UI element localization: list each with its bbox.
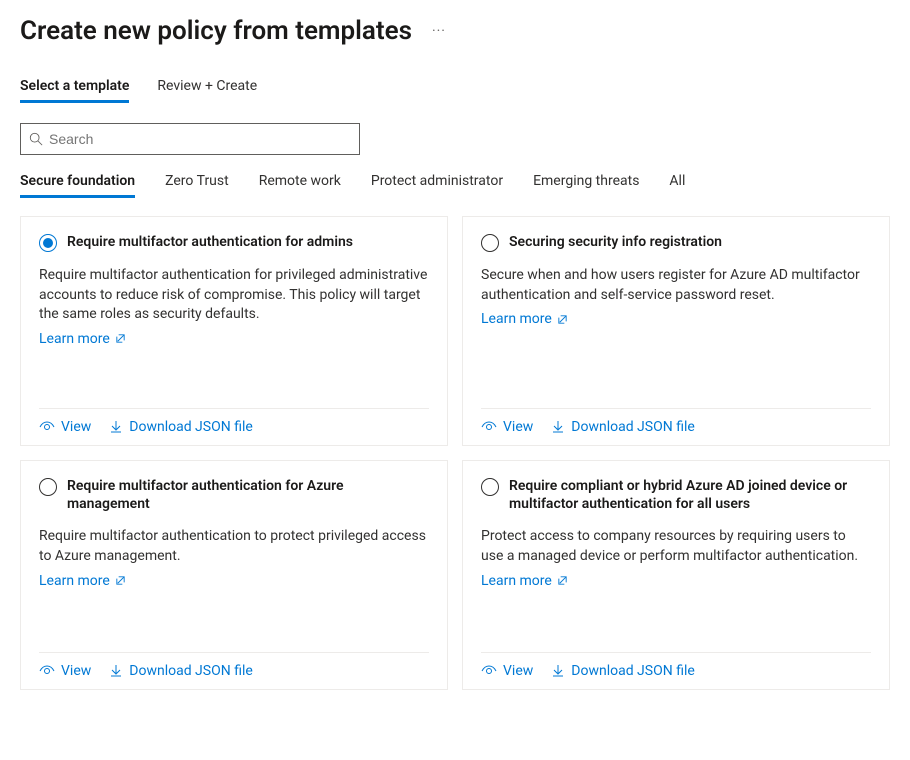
download-icon (109, 664, 123, 678)
download-label: Download JSON file (129, 419, 253, 435)
wizard-tabs: Select a template Review + Create (20, 78, 890, 103)
view-button[interactable]: View (481, 663, 533, 679)
external-link-icon (557, 314, 568, 325)
card-title: Require multifactor authentication for A… (67, 477, 429, 513)
tab-zero-trust[interactable]: Zero Trust (165, 173, 229, 198)
view-button[interactable]: View (39, 419, 91, 435)
template-card[interactable]: Require compliant or hybrid Azure AD joi… (462, 460, 890, 690)
search-icon (29, 132, 43, 146)
search-input[interactable] (49, 131, 351, 147)
learn-more-label: Learn more (481, 573, 552, 589)
eye-icon (481, 421, 497, 433)
template-card[interactable]: Require multifactor authentication for a… (20, 216, 448, 446)
learn-more-label: Learn more (481, 311, 552, 327)
tab-secure-foundation[interactable]: Secure foundation (20, 173, 135, 198)
download-json-button[interactable]: Download JSON file (551, 419, 695, 435)
view-label: View (61, 663, 91, 679)
page-title: Create new policy from templates (20, 16, 412, 46)
template-cards: Require multifactor authentication for a… (20, 216, 890, 690)
template-card[interactable]: Securing security info registration Secu… (462, 216, 890, 446)
radio-button[interactable] (481, 234, 499, 252)
download-json-button[interactable]: Download JSON file (109, 419, 253, 435)
view-button[interactable]: View (39, 663, 91, 679)
download-icon (109, 420, 123, 434)
card-description: Secure when and how users register for A… (481, 266, 871, 305)
download-icon (551, 664, 565, 678)
learn-more-label: Learn more (39, 331, 110, 347)
card-title: Require multifactor authentication for a… (67, 233, 353, 251)
tab-protect-administrator[interactable]: Protect administrator (371, 173, 503, 198)
download-icon (551, 420, 565, 434)
learn-more-link[interactable]: Learn more (481, 311, 871, 327)
category-tabs: Secure foundation Zero Trust Remote work… (20, 173, 890, 198)
view-button[interactable]: View (481, 419, 533, 435)
card-description: Protect access to company resources by r… (481, 527, 871, 566)
view-label: View (503, 663, 533, 679)
download-json-button[interactable]: Download JSON file (551, 663, 695, 679)
download-label: Download JSON file (571, 419, 695, 435)
eye-icon (39, 665, 55, 677)
eye-icon (39, 421, 55, 433)
download-label: Download JSON file (129, 663, 253, 679)
eye-icon (481, 665, 497, 677)
external-link-icon (115, 333, 126, 344)
learn-more-link[interactable]: Learn more (39, 331, 429, 347)
learn-more-label: Learn more (39, 573, 110, 589)
external-link-icon (115, 575, 126, 586)
radio-button[interactable] (39, 234, 57, 252)
tab-review-create[interactable]: Review + Create (157, 78, 257, 103)
radio-button[interactable] (39, 478, 57, 496)
card-title: Require compliant or hybrid Azure AD joi… (509, 477, 871, 513)
download-label: Download JSON file (571, 663, 695, 679)
learn-more-link[interactable]: Learn more (481, 573, 871, 589)
radio-button[interactable] (481, 478, 499, 496)
external-link-icon (557, 575, 568, 586)
view-label: View (61, 419, 91, 435)
tab-all[interactable]: All (669, 173, 685, 198)
view-label: View (503, 419, 533, 435)
card-description: Require multifactor authentication to pr… (39, 527, 429, 566)
tab-remote-work[interactable]: Remote work (259, 173, 341, 198)
tab-select-template[interactable]: Select a template (20, 78, 129, 103)
template-card[interactable]: Require multifactor authentication for A… (20, 460, 448, 690)
search-box[interactable] (20, 123, 360, 155)
card-title: Securing security info registration (509, 233, 722, 251)
learn-more-link[interactable]: Learn more (39, 573, 429, 589)
card-description: Require multifactor authentication for p… (39, 266, 429, 325)
tab-emerging-threats[interactable]: Emerging threats (533, 173, 639, 198)
ellipsis-icon[interactable]: ··· (432, 23, 446, 39)
download-json-button[interactable]: Download JSON file (109, 663, 253, 679)
